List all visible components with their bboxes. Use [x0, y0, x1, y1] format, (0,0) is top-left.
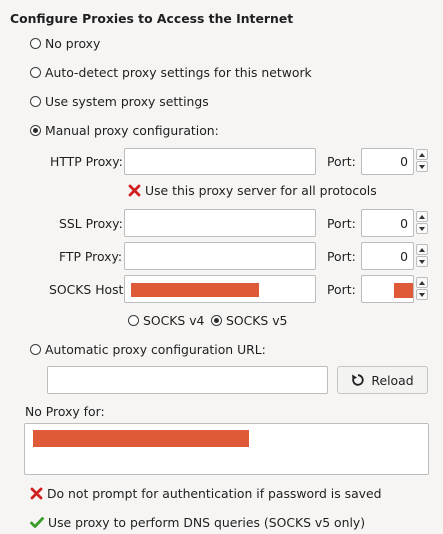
- radio-manual-proxy[interactable]: Manual proxy configuration:: [30, 123, 219, 138]
- radio-socks-v4-label: SOCKS v4: [143, 313, 205, 328]
- dns-socks-checkbox[interactable]: Use proxy to perform DNS queries (SOCKS …: [30, 515, 365, 530]
- radio-indicator[interactable]: [128, 315, 139, 326]
- reload-label: Reload: [371, 372, 414, 388]
- socks-host-input[interactable]: [124, 275, 316, 303]
- reload-icon: [352, 374, 365, 386]
- socks-port-input[interactable]: [361, 275, 414, 303]
- cross-icon[interactable]: [128, 184, 141, 197]
- increment-button[interactable]: [416, 149, 428, 160]
- no-proxy-for-textarea[interactable]: [24, 423, 429, 475]
- radio-system-proxy[interactable]: Use system proxy settings: [30, 94, 209, 109]
- dns-socks-label: Use proxy to perform DNS queries (SOCKS …: [48, 515, 366, 530]
- socks-port-stepper[interactable]: [416, 277, 428, 300]
- no-auth-prompt-checkbox[interactable]: Do not prompt for authentication if pass…: [30, 486, 382, 501]
- reload-button[interactable]: Reload: [337, 366, 428, 394]
- no-auth-prompt-label: Do not prompt for authentication if pass…: [47, 486, 382, 501]
- ssl-proxy-input[interactable]: [124, 209, 316, 237]
- radio-manual-proxy-label: Manual proxy configuration:: [45, 123, 219, 138]
- cross-icon[interactable]: [30, 487, 43, 500]
- radio-indicator[interactable]: [30, 38, 41, 49]
- ftp-port-label: Port:: [327, 249, 356, 264]
- radio-indicator-checked[interactable]: [211, 315, 222, 326]
- radio-indicator[interactable]: [30, 67, 41, 78]
- arrow-down-icon: [419, 226, 425, 231]
- increment-button[interactable]: [416, 244, 428, 255]
- ftp-port-value: 0: [400, 248, 408, 264]
- auto-config-url-input[interactable]: [47, 366, 328, 394]
- radio-indicator[interactable]: [30, 344, 41, 355]
- increment-button[interactable]: [416, 277, 428, 288]
- radio-socks-v5[interactable]: SOCKS v5: [211, 313, 287, 328]
- ftp-proxy-input[interactable]: [124, 242, 316, 270]
- decrement-button[interactable]: [416, 223, 428, 234]
- radio-socks-v4[interactable]: SOCKS v4: [128, 313, 204, 328]
- arrow-down-icon: [419, 164, 425, 169]
- http-port-input[interactable]: 0: [361, 148, 414, 175]
- socks-host-label: SOCKS Host:: [49, 282, 128, 297]
- ssl-port-value: 0: [400, 215, 408, 231]
- http-proxy-label: HTTP Proxy:: [50, 154, 123, 169]
- arrow-up-icon: [419, 214, 425, 219]
- http-port-stepper[interactable]: [416, 149, 428, 172]
- no-proxy-for-label: No Proxy for:: [25, 404, 105, 419]
- checkmark-icon[interactable]: [30, 516, 44, 529]
- socks-port-label: Port:: [327, 282, 356, 297]
- arrow-up-icon: [419, 280, 425, 285]
- section-title: Configure Proxies to Access the Internet: [10, 11, 294, 26]
- radio-auto-config-url-label: Automatic proxy configuration URL:: [45, 342, 266, 357]
- redacted-value: [131, 283, 259, 297]
- ssl-port-label: Port:: [327, 216, 356, 231]
- decrement-button[interactable]: [416, 161, 428, 172]
- decrement-button[interactable]: [416, 289, 428, 300]
- ssl-proxy-label: SSL Proxy:: [59, 216, 123, 231]
- radio-indicator-checked[interactable]: [30, 125, 41, 136]
- increment-button[interactable]: [416, 211, 428, 222]
- ssl-port-stepper[interactable]: [416, 211, 428, 234]
- ftp-proxy-label: FTP Proxy:: [59, 249, 123, 264]
- radio-auto-detect-label: Auto-detect proxy settings for this netw…: [45, 65, 312, 80]
- share-proxy-label: Use this proxy server for all protocols: [145, 183, 377, 198]
- arrow-down-icon: [419, 292, 425, 297]
- radio-auto-config-url[interactable]: Automatic proxy configuration URL:: [30, 342, 266, 357]
- radio-auto-detect[interactable]: Auto-detect proxy settings for this netw…: [30, 65, 312, 80]
- http-port-value: 0: [400, 154, 408, 169]
- ftp-port-stepper[interactable]: [416, 244, 428, 267]
- radio-socks-v5-label: SOCKS v5: [226, 313, 288, 328]
- arrow-down-icon: [419, 259, 425, 264]
- http-proxy-input[interactable]: [124, 148, 316, 175]
- ssl-port-input[interactable]: 0: [361, 209, 414, 237]
- radio-no-proxy-label: No proxy: [45, 36, 101, 51]
- redacted-value: [33, 430, 249, 447]
- decrement-button[interactable]: [416, 256, 428, 267]
- http-port-label: Port:: [327, 154, 356, 169]
- redacted-value: [394, 283, 413, 298]
- radio-indicator[interactable]: [30, 96, 41, 107]
- arrow-up-icon: [419, 247, 425, 252]
- arrow-up-icon: [419, 152, 425, 157]
- radio-no-proxy[interactable]: No proxy: [30, 36, 100, 51]
- ftp-port-input[interactable]: 0: [361, 242, 414, 270]
- radio-system-proxy-label: Use system proxy settings: [45, 94, 209, 109]
- share-proxy-checkbox[interactable]: Use this proxy server for all protocols: [128, 183, 377, 198]
